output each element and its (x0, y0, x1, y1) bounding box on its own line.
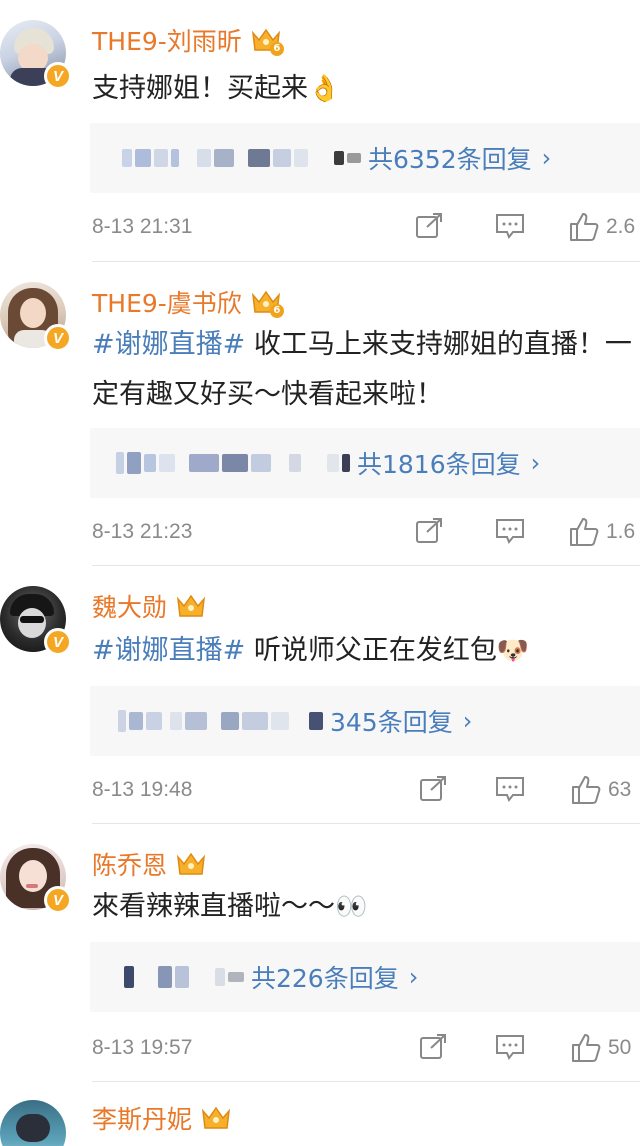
blurred-reply-preview (118, 701, 326, 741)
reply-preview[interactable]: 共226条回复 › (90, 942, 640, 1012)
thumbs-up-icon (570, 518, 599, 546)
like-button[interactable]: 1.6 (568, 516, 635, 548)
username[interactable]: THE9-刘雨昕 (92, 22, 242, 58)
comment-item: V 魏大勋 #谢娜直播# 听说师父正在发红包🐶 345条回复 › 8-13 19… (0, 566, 640, 824)
like-button[interactable]: 50 (570, 1032, 631, 1064)
like-count: 50 (608, 1036, 632, 1059)
comment-icon[interactable] (494, 211, 526, 241)
comment-text: 來看辣辣直播啦～～👀 (92, 882, 640, 932)
comment-icon[interactable] (494, 1032, 526, 1062)
chevron-right-icon: › (530, 449, 541, 477)
reply-preview[interactable]: 345条回复 › (90, 686, 640, 756)
crown-icon (175, 849, 207, 879)
blurred-reply-preview (122, 138, 364, 178)
avatar[interactable]: V (0, 844, 72, 914)
eyes-emoji-icon: 👀 (335, 892, 368, 922)
comment-text: 支持娜姐！买起来👌 (92, 64, 640, 114)
chevron-right-icon: › (408, 963, 419, 991)
avatar[interactable]: V (0, 20, 72, 90)
ok-hand-emoji-icon: 👌 (308, 74, 341, 104)
share-icon[interactable] (414, 211, 444, 241)
comment-item: V THE9-虞书欣 6 #谢娜直播# 收工马上来支持娜姐的直播！一定有趣又好买… (0, 262, 640, 566)
like-button[interactable]: 63 (570, 774, 631, 806)
thumbs-up-icon (572, 1034, 601, 1062)
reply-count-link[interactable]: 共226条回复 (251, 959, 399, 995)
comment-item: 李斯丹妮 (0, 1082, 640, 1146)
comment-time: 8-13 19:57 (92, 1036, 193, 1059)
reply-count-link[interactable]: 345条回复 (330, 703, 453, 739)
comment-time: 8-13 19:48 (92, 778, 193, 801)
comment-icon[interactable] (494, 774, 526, 804)
username[interactable]: 李斯丹妮 (92, 1100, 192, 1136)
thumbs-up-icon (572, 776, 601, 804)
reply-preview[interactable]: 共6352条回复 › (90, 123, 640, 193)
reply-count-link[interactable]: 共1816条回复 (357, 445, 521, 481)
chevron-right-icon: › (541, 144, 552, 172)
reply-count-link[interactable]: 共6352条回复 (368, 140, 532, 176)
reply-preview[interactable]: 共1816条回复 › (90, 428, 640, 498)
like-count: 1.6 (606, 520, 636, 543)
verified-badge-icon: V (44, 62, 72, 90)
share-icon[interactable] (418, 774, 448, 804)
avatar[interactable]: V (0, 586, 72, 656)
username[interactable]: 魏大勋 (92, 588, 167, 624)
username[interactable]: 陈乔恩 (92, 846, 167, 882)
like-count: 63 (608, 778, 632, 801)
crown-level-badge: 6 (269, 42, 284, 56)
chevron-right-icon: › (462, 707, 473, 735)
crown-level-badge: 6 (269, 304, 284, 318)
verified-badge-icon: V (44, 886, 72, 914)
share-icon[interactable] (414, 516, 444, 546)
blurred-reply-preview (116, 443, 353, 483)
comment-text: #谢娜直播# 收工马上来支持娜姐的直播！一定有趣又好买～快看起来啦！ (92, 329, 632, 410)
share-icon[interactable] (418, 1032, 448, 1062)
crown-icon: 6 (250, 287, 284, 318)
verified-badge-icon: V (44, 324, 72, 352)
like-button[interactable]: 2.6 (568, 211, 635, 243)
comment-feed: V THE9-刘雨昕 6 支持娜姐！买起来👌 共6352条回复 › 8-13 2… (0, 0, 640, 1146)
like-count: 2.6 (606, 215, 636, 238)
crown-icon (200, 1103, 232, 1133)
comment-icon[interactable] (494, 516, 526, 546)
blurred-reply-preview (124, 957, 247, 997)
verified-badge-icon: V (44, 628, 72, 656)
hashtag-link[interactable]: #谢娜直播# (92, 329, 245, 360)
hashtag-link[interactable]: #谢娜直播# (92, 635, 245, 666)
comment-time: 8-13 21:31 (92, 215, 193, 238)
doge-emoji-icon: 🐶 (496, 636, 530, 666)
comment-item: V 陈乔恩 來看辣辣直播啦～～👀 共226条回复 › 8-13 19:57 50 (0, 824, 640, 1082)
crown-icon (175, 591, 207, 621)
thumbs-up-icon (570, 213, 599, 241)
comment-text: #谢娜直播# 听说师父正在发红包🐶 (92, 626, 640, 676)
avatar[interactable]: V (0, 282, 72, 352)
username[interactable]: THE9-虞书欣 (92, 284, 242, 320)
comment-time: 8-13 21:23 (92, 520, 193, 543)
crown-icon: 6 (250, 25, 284, 56)
avatar[interactable] (0, 1100, 66, 1146)
comment-item: V THE9-刘雨昕 6 支持娜姐！买起来👌 共6352条回复 › 8-13 2… (0, 0, 640, 262)
